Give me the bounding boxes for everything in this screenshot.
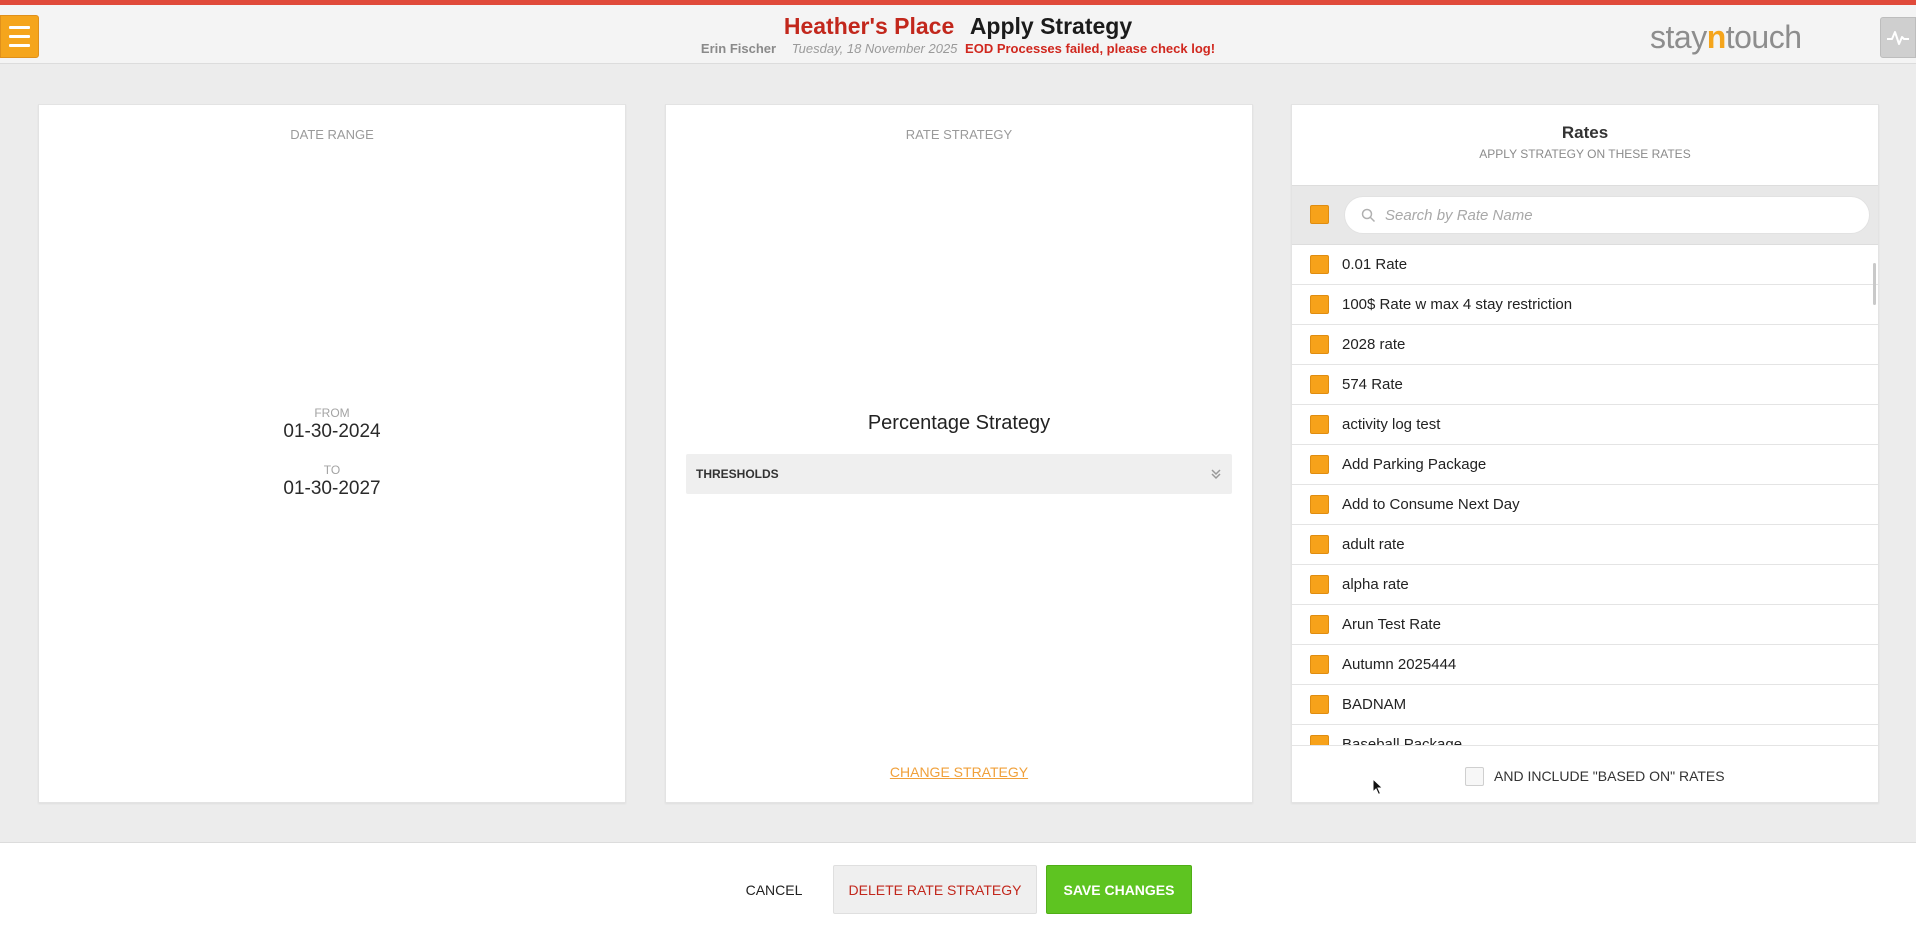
rate-row[interactable]: Baseball Package	[1292, 725, 1878, 745]
rate-checkbox[interactable]	[1310, 255, 1329, 274]
rate-row[interactable]: alpha rate	[1292, 565, 1878, 605]
rates-panel: Rates APPLY STRATEGY ON THESE RATES 0.01…	[1291, 104, 1879, 803]
user-name: Erin Fischer	[700, 41, 777, 56]
rate-checkbox[interactable]	[1310, 295, 1329, 314]
business-date: Tuesday, 18 November 2025	[791, 41, 958, 56]
save-changes-button[interactable]: SAVE CHANGES	[1046, 865, 1192, 914]
rates-search-bar	[1292, 185, 1878, 245]
thresholds-label: THRESHOLDS	[696, 467, 779, 481]
rate-strategy-heading: RATE STRATEGY	[905, 127, 1013, 142]
rate-name: activity log test	[1342, 416, 1441, 433]
change-strategy-link[interactable]: CHANGE STRATEGY	[666, 764, 1252, 780]
eod-alert[interactable]: EOD Processes failed, please check log!	[965, 41, 1215, 56]
strategy-name: Percentage Strategy	[867, 412, 1051, 434]
thresholds-toggle[interactable]: THRESHOLDS	[686, 454, 1232, 494]
rate-row[interactable]: Add Parking Package	[1292, 445, 1878, 485]
rate-name: Autumn 2025444	[1342, 656, 1457, 673]
rate-row[interactable]: Add to Consume Next Day	[1292, 485, 1878, 525]
rate-checkbox[interactable]	[1310, 415, 1329, 434]
rate-checkbox[interactable]	[1310, 655, 1329, 674]
date-range-panel: DATE RANGE FROM 01-30-2024 TO 01-30-2027	[38, 104, 626, 803]
rate-list-scrollbar[interactable]	[1873, 263, 1876, 305]
rate-row[interactable]: 574 Rate	[1292, 365, 1878, 405]
rate-row[interactable]: Arun Test Rate	[1292, 605, 1878, 645]
from-date: 01-30-2024	[283, 421, 381, 442]
page-heading: Heather's Place Apply Strategy	[0, 13, 1916, 40]
rate-checkbox[interactable]	[1310, 735, 1329, 745]
rate-checkbox[interactable]	[1310, 455, 1329, 474]
double-chevron-down-icon	[1211, 469, 1221, 480]
rate-row[interactable]: 100$ Rate w max 4 stay restriction	[1292, 285, 1878, 325]
cancel-button[interactable]: CANCEL	[733, 865, 815, 914]
page-title: Apply Strategy	[969, 13, 1133, 39]
to-date: 01-30-2027	[283, 478, 381, 499]
rate-row[interactable]: activity log test	[1292, 405, 1878, 445]
rate-name: Add Parking Package	[1342, 456, 1487, 473]
to-label: TO	[323, 463, 341, 477]
rate-row[interactable]: BADNAM	[1292, 685, 1878, 725]
include-based-on-checkbox[interactable]	[1465, 767, 1484, 786]
date-range-heading: DATE RANGE	[290, 127, 374, 142]
rate-name: Arun Test Rate	[1342, 616, 1441, 633]
stayntouch-logo: stayntouch	[1650, 19, 1802, 55]
rate-name: 100$ Rate w max 4 stay restriction	[1342, 296, 1573, 313]
rate-name: 574 Rate	[1342, 376, 1403, 393]
delete-rate-strategy-button[interactable]: DELETE RATE STRATEGY	[833, 865, 1037, 914]
rate-row[interactable]: 0.01 Rate	[1292, 245, 1878, 285]
from-label: FROM	[314, 406, 350, 420]
rate-name: alpha rate	[1342, 576, 1409, 593]
from-date-block[interactable]: FROM 01-30-2024	[39, 406, 625, 443]
rate-checkbox[interactable]	[1310, 375, 1329, 394]
rate-name: Add to Consume Next Day	[1342, 496, 1520, 513]
rate-name: adult rate	[1342, 536, 1405, 553]
rate-checkbox[interactable]	[1310, 535, 1329, 554]
rate-name: 2028 rate	[1342, 336, 1406, 353]
mouse-cursor-icon	[1372, 778, 1384, 796]
rate-row[interactable]: adult rate	[1292, 525, 1878, 565]
header-subline: Erin Fischer Tuesday, 18 November 2025 E…	[0, 41, 1916, 56]
rate-name: Baseball Package	[1342, 736, 1463, 745]
search-field	[1344, 196, 1870, 234]
pulse-icon	[1887, 30, 1909, 45]
top-bar: Heather's Place Apply Strategy Erin Fisc…	[0, 0, 1916, 64]
search-icon	[1361, 208, 1376, 223]
rates-subtitle: APPLY STRATEGY ON THESE RATES	[1479, 147, 1691, 161]
rate-search-input[interactable]	[1385, 197, 1855, 233]
rate-row[interactable]: 2028 rate	[1292, 325, 1878, 365]
action-footer: CANCEL DELETE RATE STRATEGY SAVE CHANGES	[0, 842, 1916, 932]
rates-title: Rates	[1561, 123, 1609, 142]
select-all-checkbox[interactable]	[1310, 205, 1329, 224]
rate-checkbox[interactable]	[1310, 615, 1329, 634]
rate-name: 0.01 Rate	[1342, 256, 1408, 273]
rate-checkbox[interactable]	[1310, 695, 1329, 714]
to-date-block[interactable]: TO 01-30-2027	[39, 463, 625, 500]
rate-strategy-panel: RATE STRATEGY Percentage Strategy THRESH…	[665, 104, 1253, 803]
rate-checkbox[interactable]	[1310, 575, 1329, 594]
rate-checkbox[interactable]	[1310, 335, 1329, 354]
activity-button[interactable]	[1880, 17, 1916, 58]
rate-list[interactable]: 0.01 Rate 100$ Rate w max 4 stay restrict…	[1292, 245, 1878, 745]
rate-checkbox[interactable]	[1310, 495, 1329, 514]
include-based-on-label: AND INCLUDE "BASED ON" RATES	[1494, 768, 1725, 784]
hotel-name: Heather's Place	[783, 13, 955, 39]
rate-name: BADNAM	[1342, 696, 1407, 713]
rate-row[interactable]: Autumn 2025444	[1292, 645, 1878, 685]
